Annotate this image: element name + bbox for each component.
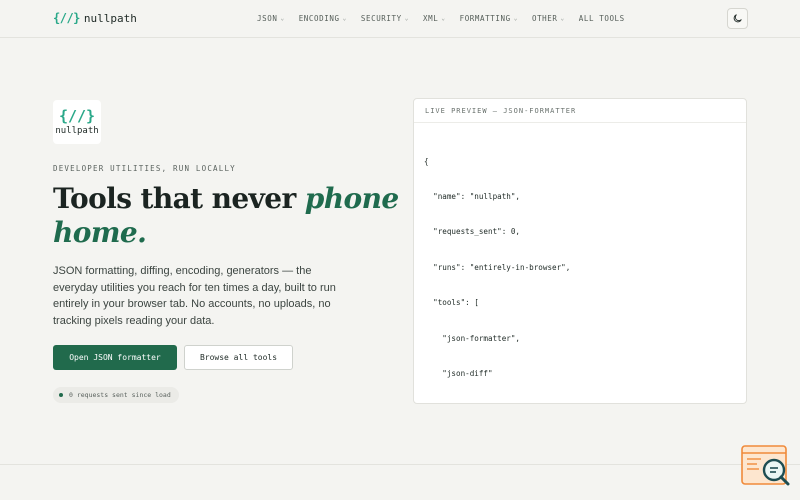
code-line: "json-diff" xyxy=(424,368,493,378)
code-line: "requests_sent": 0, xyxy=(424,227,521,237)
nav-label: FORMATTING xyxy=(459,14,511,23)
chevron-down-icon: ⌄ xyxy=(560,15,565,22)
nav-item-xml[interactable]: XML ⌄ xyxy=(423,14,446,23)
code-line: "json-formatter", xyxy=(424,333,521,343)
nav-label: JSON xyxy=(257,14,278,23)
status-text: 0 requests sent since load xyxy=(69,391,171,399)
nav-item-json[interactable]: JSON ⌄ xyxy=(257,14,285,23)
browse-all-tools-button[interactable]: Browse all tools xyxy=(184,345,293,370)
headline-plain: Tools that never xyxy=(53,182,305,215)
nav-label: OTHER xyxy=(531,14,558,23)
chevron-down-icon: ⌄ xyxy=(280,15,285,22)
brand-mark-icon: {//} xyxy=(53,11,80,25)
hero-logo: {//} nullpath xyxy=(53,100,101,144)
nav-item-all-tools[interactable]: ALL TOOLS xyxy=(579,14,625,23)
hero-eyebrow: DEVELOPER UTILITIES, RUN LOCALLY xyxy=(53,164,236,173)
chevron-down-icon: ⌄ xyxy=(441,15,446,22)
logo-name: nullpath xyxy=(55,125,99,136)
code-line: "tools": [ xyxy=(424,298,479,308)
brand-name: nullpath xyxy=(83,11,137,25)
code-line: ] xyxy=(424,403,746,404)
code-line: { xyxy=(424,156,429,166)
nav-label: ALL TOOLS xyxy=(578,14,625,23)
inspect-widget-icon[interactable] xyxy=(741,445,790,487)
chevron-down-icon: ⌄ xyxy=(513,15,518,22)
main-nav: JSON ⌄ ENCODING ⌄ SECURITY ⌄ XML ⌄ FORMATTIN… xyxy=(257,14,625,23)
chevron-down-icon: ⌄ xyxy=(342,15,347,22)
theme-toggle-button[interactable] xyxy=(727,8,748,29)
live-preview-card: LIVE PREVIEW — JSON-FORMATTER { "name": … xyxy=(413,98,747,404)
brand-logo-link[interactable]: {//} nullpath xyxy=(53,11,137,25)
nav-item-encoding[interactable]: ENCODING ⌄ xyxy=(299,14,347,23)
nav-item-other[interactable]: OTHER ⌄ xyxy=(532,14,565,23)
code-line: "runs": "entirely-in-browser", xyxy=(424,262,571,272)
site-header: {//} nullpath JSON ⌄ ENCODING ⌄ SECURITY ⌄ … xyxy=(0,0,800,38)
code-preview: { "name": "nullpath", "requests_sent": 0… xyxy=(414,123,746,404)
nav-item-formatting[interactable]: FORMATTING ⌄ xyxy=(460,14,518,23)
status-dot-icon xyxy=(59,393,63,397)
hero-description: JSON formatting, diffing, encoding, gene… xyxy=(53,265,336,327)
moon-icon xyxy=(733,14,742,23)
chevron-down-icon: ⌄ xyxy=(404,15,409,22)
hero-headline: Tools that never phone home. xyxy=(53,182,413,250)
code-line: "name": "nullpath", xyxy=(424,191,521,201)
nav-label: ENCODING xyxy=(298,14,340,23)
section-divider xyxy=(0,464,800,465)
nav-label: XML xyxy=(423,14,439,23)
open-json-formatter-button[interactable]: Open JSON formatter xyxy=(53,345,177,370)
preview-title: LIVE PREVIEW — JSON-FORMATTER xyxy=(414,99,746,123)
nav-item-security[interactable]: SECURITY ⌄ xyxy=(361,14,409,23)
status-badge: 0 requests sent since load xyxy=(53,387,179,403)
nav-label: SECURITY xyxy=(360,14,402,23)
brand-mark-icon: {//} xyxy=(58,106,96,125)
